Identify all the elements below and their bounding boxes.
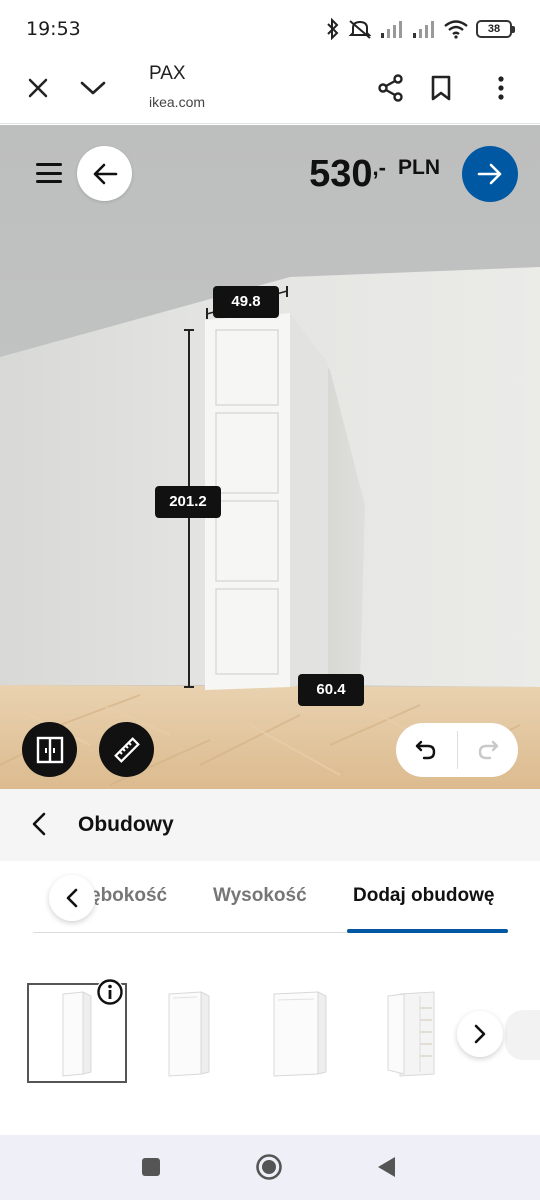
- system-nav-bar: [0, 1135, 540, 1200]
- page-title: PAX: [149, 63, 186, 84]
- screen: 19:53 38 PAX ikea.com 530 ,- PLN 49.8 20…: [0, 0, 540, 1200]
- tab-add-frame[interactable]: Dodaj obudowę: [353, 885, 494, 907]
- tabs-scroll-left-button[interactable]: [49, 875, 95, 921]
- product-card-frame-corner[interactable]: [362, 983, 462, 1083]
- carousel-next-button[interactable]: [457, 1011, 503, 1057]
- product-card-peek: [505, 1010, 540, 1060]
- home-icon[interactable]: [253, 1151, 285, 1183]
- wardrobe-frame-icon: [168, 991, 210, 1077]
- width-dimension-label[interactable]: 60.4: [298, 674, 364, 706]
- doors-icon: [36, 736, 63, 763]
- price-value: 530: [309, 153, 373, 195]
- arrow-right-icon: [477, 163, 502, 185]
- signal-icon: [412, 19, 436, 39]
- back-button[interactable]: [77, 146, 132, 201]
- ruler-icon: [113, 736, 140, 763]
- status-time: 19:53: [26, 18, 81, 40]
- chevron-down-icon[interactable]: [73, 68, 113, 108]
- recents-icon[interactable]: [135, 1151, 167, 1183]
- browser-toolbar: PAX ikea.com: [0, 56, 540, 124]
- room-scene: [0, 125, 540, 789]
- back-icon[interactable]: [370, 1151, 402, 1183]
- chevron-left-icon: [66, 888, 78, 908]
- depth-dimension-label[interactable]: 49.8: [213, 286, 279, 318]
- option-tabs: ębokość Wysokość Dodaj obudowę: [0, 861, 540, 935]
- page-url: ikea.com: [149, 94, 206, 110]
- signal-icon: [380, 19, 404, 39]
- redo-icon: [478, 740, 498, 760]
- mute-icon: [348, 18, 372, 40]
- bookmark-icon[interactable]: [421, 68, 461, 108]
- wardrobe-frame-icon: [62, 991, 92, 1077]
- product-card-frame-medium[interactable]: [138, 983, 238, 1083]
- measure-toggle-button[interactable]: [99, 722, 154, 777]
- panel-header: Obudowy: [0, 789, 540, 861]
- doors-toggle-button[interactable]: [22, 722, 77, 777]
- undo-button[interactable]: [396, 723, 457, 777]
- price-currency: PLN: [398, 156, 440, 179]
- panel-title: Obudowy: [78, 813, 174, 836]
- menu-icon[interactable]: [36, 163, 62, 183]
- frame-carousel: [0, 935, 540, 1135]
- wardrobe-frame-icon: [273, 991, 327, 1077]
- product-card-frame-wide[interactable]: [250, 983, 350, 1083]
- next-button[interactable]: [462, 146, 518, 202]
- arrow-left-icon: [93, 163, 117, 184]
- active-tab-indicator: [347, 929, 508, 933]
- battery-icon: 38: [476, 20, 515, 38]
- close-icon[interactable]: [18, 68, 58, 108]
- chevron-right-icon: [474, 1024, 486, 1044]
- price-dash: ,-: [372, 155, 386, 180]
- info-icon[interactable]: [96, 978, 124, 1006]
- share-icon[interactable]: [371, 68, 411, 108]
- planner-viewport[interactable]: 530 ,- PLN 49.8 201.2 60.4: [0, 125, 540, 789]
- height-dimension-label[interactable]: 201.2: [155, 486, 221, 518]
- tab-depth[interactable]: ębokość: [90, 885, 167, 907]
- panel-back-button[interactable]: [22, 807, 56, 841]
- tab-height[interactable]: Wysokość: [213, 885, 307, 907]
- undo-redo-group: [396, 723, 518, 777]
- wardrobe-corner-icon: [387, 991, 435, 1077]
- status-bar: 19:53 38: [0, 0, 540, 56]
- total-price: 530 ,- PLN: [309, 153, 440, 195]
- wifi-icon: [444, 19, 468, 39]
- undo-icon: [416, 740, 436, 760]
- bluetooth-icon: [326, 18, 340, 40]
- status-icons: 38: [326, 16, 515, 42]
- more-vertical-icon[interactable]: [481, 68, 521, 108]
- redo-button[interactable]: [458, 723, 519, 777]
- chevron-left-icon: [32, 812, 46, 836]
